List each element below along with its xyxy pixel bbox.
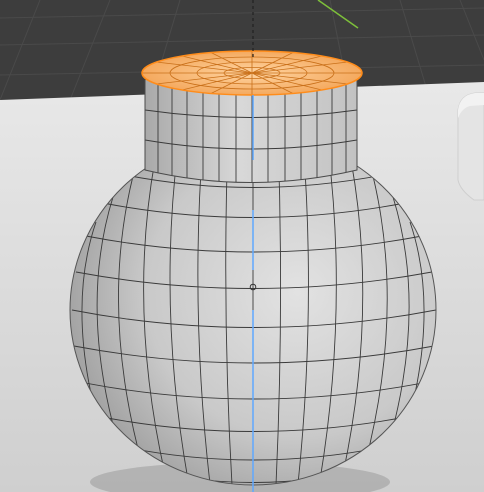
scene-canvas[interactable] [0, 0, 484, 492]
vase-top-cap[interactable] [141, 50, 363, 96]
cube-mesh[interactable] [457, 92, 484, 201]
vase-neck[interactable] [144, 80, 358, 192]
3d-viewport[interactable] [0, 0, 484, 492]
